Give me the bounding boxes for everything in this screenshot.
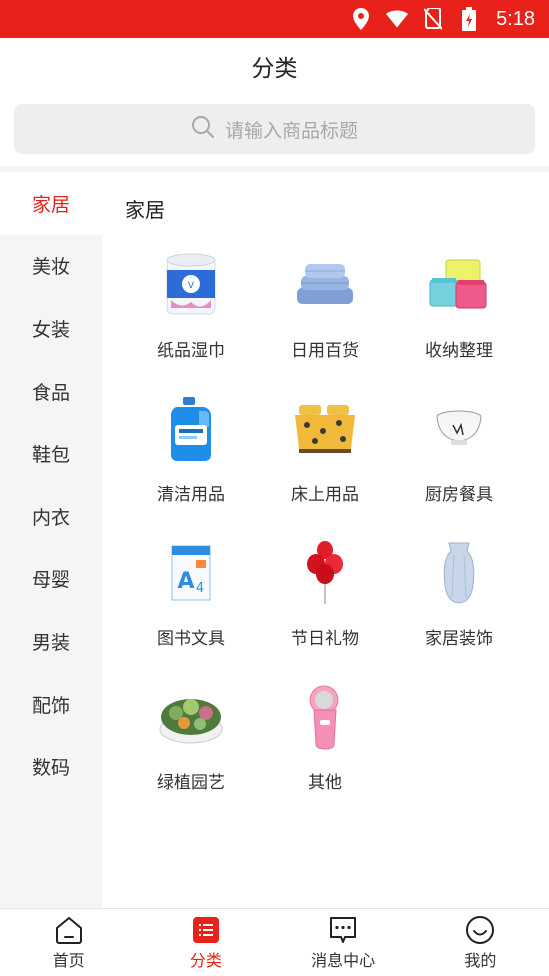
subcategory-item[interactable]: A 4 图书文具: [124, 538, 258, 649]
bottom-nav: 首页 分类 消息中心 我的: [0, 908, 549, 976]
search-icon: [191, 115, 215, 143]
home-icon: [54, 915, 84, 945]
detergent-bottle-icon: [156, 394, 226, 464]
section-title: 家居: [125, 198, 165, 222]
lint-remover-icon: [290, 682, 360, 752]
sidebar-item-men[interactable]: 男装: [0, 610, 102, 673]
category-content: 家居 V 纸品湿巾 日用百货 收纳整理 清洁用品 床上用品 厨房餐具 A 4 图…: [102, 172, 549, 908]
nav-label: 分类: [189, 950, 222, 970]
subcategory-label: 日用百货: [291, 341, 359, 361]
subcategory-label: 绿植园艺: [157, 773, 225, 793]
tissue-roll-icon: V: [156, 250, 226, 320]
sidebar-item-women[interactable]: 女装: [0, 297, 102, 360]
svg-text:V: V: [188, 281, 195, 291]
balloons-icon: [290, 538, 360, 608]
subcategory-label: 节日礼物: [291, 629, 359, 649]
subcategory-item[interactable]: 其他: [258, 682, 392, 793]
subcategory-item[interactable]: 清洁用品: [124, 394, 258, 505]
subcategory-item[interactable]: 厨房餐具: [392, 394, 526, 505]
svg-text:A: A: [177, 569, 194, 594]
nav-home[interactable]: 首页: [0, 909, 137, 976]
status-time: 5:18: [496, 7, 535, 30]
location-icon: [350, 8, 372, 30]
subcategory-item[interactable]: 家居装饰: [392, 538, 526, 649]
svg-text:4: 4: [196, 581, 204, 596]
nav-category[interactable]: 分类: [137, 909, 274, 976]
subcategory-label: 图书文具: [157, 629, 225, 649]
storage-box-icon: [424, 250, 494, 320]
title-bar: 分类: [0, 38, 549, 94]
battery-charging-icon: [458, 7, 480, 31]
succulent-pot-icon: [156, 682, 226, 752]
sidebar-item-shoes-bags[interactable]: 鞋包: [0, 422, 102, 485]
subcategory-label: 清洁用品: [157, 485, 225, 505]
subcategory-item[interactable]: 节日礼物: [258, 538, 392, 649]
sidebar-item-beauty[interactable]: 美妆: [0, 235, 102, 298]
category-sidebar: 家居 美妆 女装 食品 鞋包 内衣 母婴 男装 配饰 数码: [0, 172, 102, 908]
nav-mine[interactable]: 我的: [412, 909, 549, 976]
sidebar-item-food[interactable]: 食品: [0, 360, 102, 423]
search-placeholder: 请输入商品标题: [224, 119, 358, 142]
sidebar-item-home[interactable]: 家居: [0, 172, 102, 235]
a4-paper-icon: A 4: [156, 538, 226, 608]
subcategory-label: 厨房餐具: [425, 485, 493, 505]
no-sim-icon: [422, 8, 444, 30]
sidebar-item-baby[interactable]: 母婴: [0, 548, 102, 611]
category-list-icon: [191, 915, 221, 945]
subcategory-grid: V 纸品湿巾 日用百货 收纳整理 清洁用品 床上用品 厨房餐具 A 4 图书文具…: [124, 250, 526, 793]
subcategory-label: 其他: [308, 773, 342, 793]
subcategory-item[interactable]: 日用百货: [258, 250, 392, 361]
subcategory-label: 收纳整理: [425, 341, 493, 361]
bedding-icon: [290, 394, 360, 464]
message-icon: [328, 915, 358, 945]
subcategory-item[interactable]: 床上用品: [258, 394, 392, 505]
nav-messages[interactable]: 消息中心: [275, 909, 412, 976]
towel-icon: [290, 250, 360, 320]
subcategory-item[interactable]: 绿植园艺: [124, 682, 258, 793]
subcategory-label: 床上用品: [291, 485, 359, 505]
page-title: 分类: [251, 56, 298, 82]
subcategory-item[interactable]: 收纳整理: [392, 250, 526, 361]
app-root: 5:18 分类 请输入商品标题 家居 美妆 女装 食品 鞋包 内衣 母婴 男装 …: [0, 0, 549, 976]
smile-face-icon: [465, 915, 495, 945]
nav-label: 首页: [52, 950, 85, 970]
sidebar-item-digital[interactable]: 数码: [0, 735, 102, 798]
nav-label: 我的: [464, 950, 497, 970]
status-bar: 5:18: [0, 0, 549, 38]
bowl-icon: [424, 394, 494, 464]
sidebar-item-accessories[interactable]: 配饰: [0, 673, 102, 736]
subcategory-label: 纸品湿巾: [157, 341, 225, 361]
search-input[interactable]: 请输入商品标题: [14, 104, 535, 154]
sidebar-item-underwear[interactable]: 内衣: [0, 485, 102, 548]
nav-label: 消息中心: [311, 950, 376, 970]
vase-icon: [424, 538, 494, 608]
subcategory-label: 家居装饰: [425, 629, 493, 649]
wifi-icon: [386, 8, 409, 30]
subcategory-item[interactable]: V 纸品湿巾: [124, 250, 258, 361]
